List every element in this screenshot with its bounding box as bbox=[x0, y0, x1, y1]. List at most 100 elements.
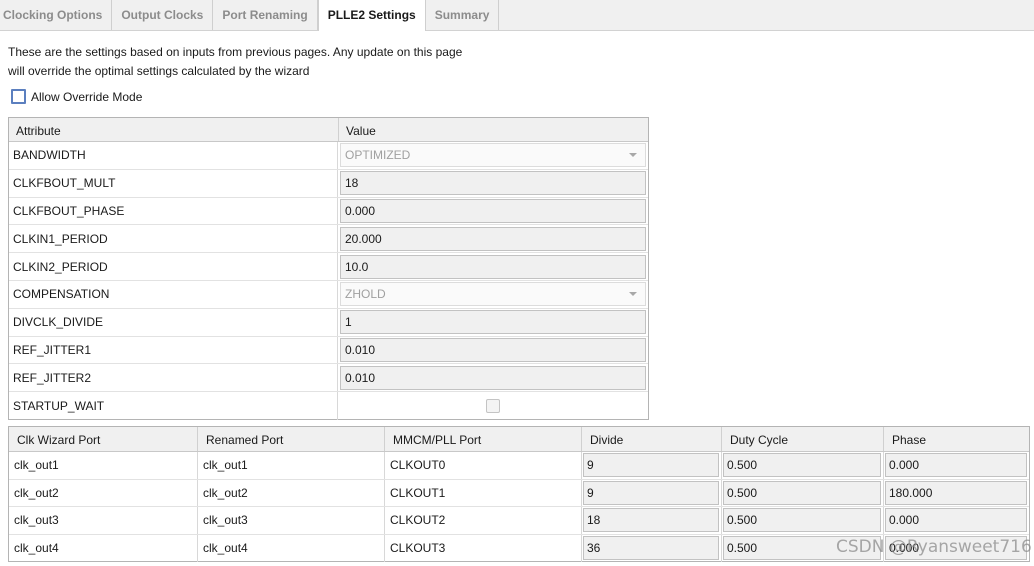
divide-field[interactable]: 9 bbox=[583, 453, 719, 478]
attribute-name: CLKIN2_PERIOD bbox=[9, 253, 338, 280]
attribute-name: DIVCLK_DIVIDE bbox=[9, 308, 338, 336]
attribute-name: STARTUP_WAIT bbox=[9, 392, 338, 420]
attribute-row: STARTUP_WAIT bbox=[9, 392, 648, 420]
bandwidth-selected-value: OPTIMIZED bbox=[345, 148, 411, 163]
phase-cell: 0.000 bbox=[884, 507, 1029, 534]
clk-wizard-port-cell: clk_out3 bbox=[9, 507, 198, 534]
duty-cycle-cell: 0.500 bbox=[722, 479, 884, 506]
divide-field[interactable]: 9 bbox=[583, 480, 719, 505]
ref-jitter1-field[interactable]: 0.010 bbox=[340, 337, 646, 362]
attribute-table: Attribute Value BANDWIDTH OPTIMIZED CLKFBO… bbox=[8, 117, 649, 420]
renamed-port-cell: clk_out1 bbox=[198, 452, 385, 479]
intro-line-1: These are the settings based on inputs f… bbox=[8, 45, 463, 59]
attribute-value-cell: 0.010 bbox=[338, 364, 648, 391]
value-column-header[interactable]: Value bbox=[339, 118, 648, 141]
divide-cell: 36 bbox=[582, 534, 722, 562]
tab-port-renaming[interactable]: Port Renaming bbox=[213, 0, 318, 30]
attribute-row: CLKFBOUT_MULT 18 bbox=[9, 169, 648, 198]
attribute-row: CLKIN1_PERIOD 20.000 bbox=[9, 225, 648, 254]
attribute-column-header[interactable]: Attribute bbox=[9, 118, 339, 141]
renamed-port-cell: clk_out2 bbox=[198, 479, 385, 506]
divide-cell: 9 bbox=[582, 452, 722, 479]
duty-cycle-field[interactable]: 0.500 bbox=[723, 508, 881, 533]
mmcm-pll-port-cell: CLKOUT1 bbox=[385, 479, 582, 506]
duty-cycle-header[interactable]: Duty Cycle bbox=[722, 427, 884, 451]
clk-wizard-port-cell: clk_out2 bbox=[9, 479, 198, 506]
attribute-value-cell: 0.000 bbox=[338, 198, 648, 225]
attribute-table-header: Attribute Value bbox=[9, 118, 648, 142]
attribute-row: COMPENSATION ZHOLD bbox=[9, 280, 648, 309]
compensation-selected-value: ZHOLD bbox=[345, 287, 386, 302]
renamed-port-header[interactable]: Renamed Port bbox=[198, 427, 385, 451]
attribute-row: BANDWIDTH OPTIMIZED bbox=[9, 142, 648, 170]
attribute-name: BANDWIDTH bbox=[9, 142, 338, 169]
allow-override-checkbox[interactable] bbox=[11, 89, 26, 104]
attribute-name: CLKFBOUT_PHASE bbox=[9, 197, 338, 225]
clkfbout-mult-field[interactable]: 18 bbox=[340, 171, 646, 196]
mmcm-pll-port-cell: CLKOUT3 bbox=[385, 534, 582, 562]
startup-wait-checkbox[interactable] bbox=[486, 399, 500, 414]
chevron-down-icon[interactable] bbox=[629, 292, 637, 297]
attribute-name: CLKFBOUT_MULT bbox=[9, 169, 338, 197]
attribute-row: REF_JITTER1 0.010 bbox=[9, 336, 648, 365]
attribute-name: REF_JITTER2 bbox=[9, 364, 338, 392]
duty-cycle-cell: 0.500 bbox=[722, 507, 884, 534]
tab-clocking-options[interactable]: Clocking Options bbox=[0, 0, 113, 30]
duty-cycle-field[interactable]: 0.500 bbox=[723, 453, 881, 478]
duty-cycle-field[interactable]: 0.500 bbox=[723, 480, 881, 505]
tab-output-clocks[interactable]: Output Clocks bbox=[112, 0, 214, 30]
tab-plle2-settings[interactable]: PLLE2 Settings bbox=[317, 0, 426, 31]
divide-cell: 9 bbox=[582, 479, 722, 506]
renamed-port-cell: clk_out4 bbox=[198, 534, 385, 562]
phase-field[interactable]: 180.000 bbox=[885, 480, 1027, 505]
mmcm-pll-port-cell: CLKOUT2 bbox=[385, 507, 582, 534]
attribute-row: REF_JITTER2 0.010 bbox=[9, 364, 648, 393]
attribute-value-cell: 20.000 bbox=[338, 225, 648, 252]
attribute-row: CLKFBOUT_PHASE 0.000 bbox=[9, 197, 648, 226]
divclk-divide-field[interactable]: 1 bbox=[340, 310, 646, 335]
attribute-value-cell: 10.0 bbox=[338, 253, 648, 280]
phase-field[interactable]: 0.000 bbox=[885, 453, 1027, 478]
port-table-header: Clk Wizard Port Renamed Port MMCM/PLL Po… bbox=[9, 427, 1029, 452]
clk-wizard-port-cell: clk_out1 bbox=[9, 452, 198, 479]
mmcm-pll-port-header[interactable]: MMCM/PLL Port bbox=[385, 427, 582, 451]
attribute-value-cell: 0.010 bbox=[338, 337, 648, 364]
attribute-name: CLKIN1_PERIOD bbox=[9, 225, 338, 253]
phase-field[interactable]: 0.000 bbox=[885, 508, 1027, 533]
chevron-down-icon[interactable] bbox=[629, 153, 637, 158]
attribute-name: REF_JITTER1 bbox=[9, 336, 338, 364]
clkfbout-phase-field[interactable]: 0.000 bbox=[340, 198, 646, 223]
attribute-value-cell: 18 bbox=[338, 170, 648, 197]
phase-cell: 180.000 bbox=[884, 480, 1029, 507]
attribute-value-cell: 1 bbox=[338, 309, 648, 336]
tab-summary[interactable]: Summary bbox=[426, 0, 500, 30]
attribute-row: DIVCLK_DIVIDE 1 bbox=[9, 308, 648, 337]
divide-field[interactable]: 18 bbox=[583, 508, 719, 533]
table-row: clk_out2 clk_out2 CLKOUT1 9 0.500 180.000 bbox=[9, 479, 1029, 507]
clk-wizard-port-header[interactable]: Clk Wizard Port bbox=[9, 427, 198, 451]
watermark: CSDN @Ryansweet716 bbox=[836, 537, 1032, 557]
clkin2-period-field[interactable]: 10.0 bbox=[340, 254, 646, 279]
divide-cell: 18 bbox=[582, 507, 722, 534]
clk-wizard-port-cell: clk_out4 bbox=[9, 534, 198, 562]
phase-cell: 0.000 bbox=[884, 452, 1029, 479]
startup-wait-checkbox-cell bbox=[340, 399, 646, 414]
table-row: clk_out1 clk_out1 CLKOUT0 9 0.500 0.000 bbox=[9, 452, 1029, 480]
attribute-value-cell: OPTIMIZED bbox=[338, 142, 648, 169]
clkin1-period-field[interactable]: 20.000 bbox=[340, 226, 646, 251]
bandwidth-select[interactable]: OPTIMIZED bbox=[340, 143, 646, 168]
intro-text: These are the settings based on inputs f… bbox=[8, 43, 462, 81]
attribute-value-cell bbox=[338, 392, 648, 420]
duty-cycle-cell: 0.500 bbox=[722, 452, 884, 479]
allow-override-toggle[interactable]: Allow Override Mode bbox=[11, 89, 142, 104]
tab-bar: Clocking Options Output Clocks Port Rena… bbox=[0, 0, 1034, 31]
ref-jitter2-field[interactable]: 0.010 bbox=[340, 365, 646, 390]
attribute-name: COMPENSATION bbox=[9, 280, 338, 308]
divide-header[interactable]: Divide bbox=[582, 427, 722, 451]
attribute-value-cell: ZHOLD bbox=[338, 281, 648, 308]
compensation-select[interactable]: ZHOLD bbox=[340, 282, 646, 307]
phase-header[interactable]: Phase bbox=[884, 427, 1029, 451]
attribute-row: CLKIN2_PERIOD 10.0 bbox=[9, 253, 648, 281]
divide-field[interactable]: 36 bbox=[583, 536, 719, 561]
renamed-port-cell: clk_out3 bbox=[198, 507, 385, 534]
